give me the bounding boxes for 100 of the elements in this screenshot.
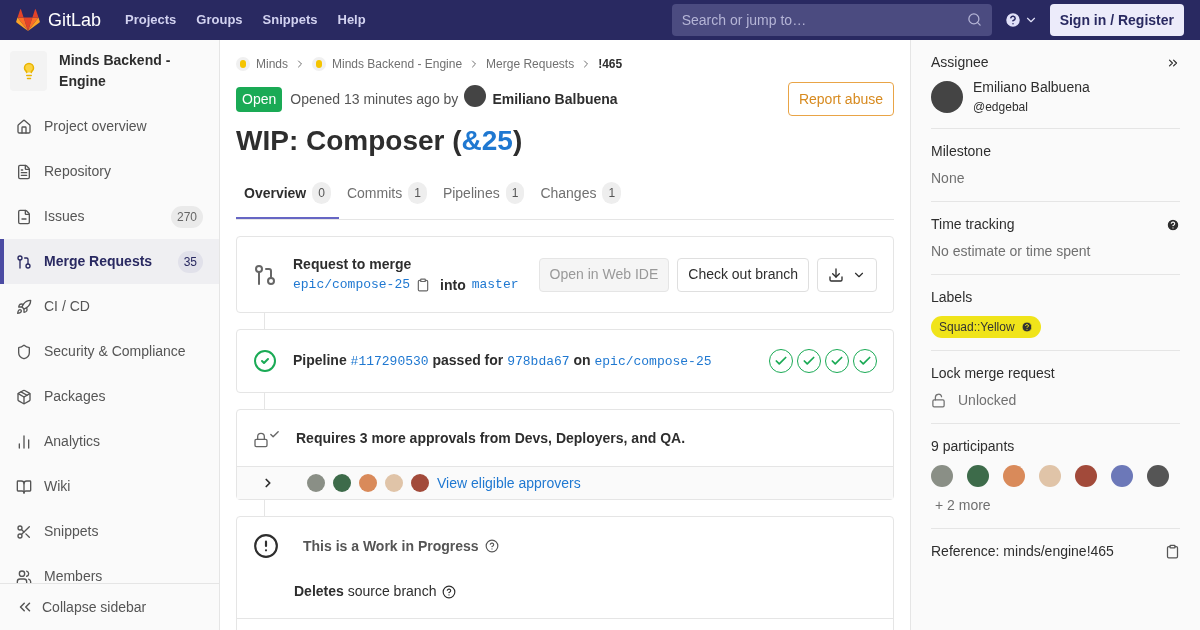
section-value: None [931,169,966,188]
avatar [307,474,325,492]
issue-icon [16,208,32,225]
avatar [1039,465,1061,487]
bulb-avatar-icon [312,57,326,71]
target-branch-link[interactable]: master [471,275,519,295]
pipeline-link[interactable]: #117290530 [350,354,429,370]
sidebar-item[interactable]: Wiki [0,464,219,509]
help-icon [1020,321,1033,333]
sidebar-item[interactable]: Project overview [0,104,219,149]
sign-in-button[interactable]: Sign in / Register [1049,4,1184,36]
book-icon [16,478,32,495]
breadcrumb-link[interactable]: Minds [256,55,288,73]
section-title: Assignee [931,53,989,72]
merge-request-icon [16,253,32,270]
avatar [931,465,953,487]
status-badge: Open [236,86,283,112]
bar-chart-icon [16,433,32,450]
branch-link[interactable]: epic/compose-25 [594,354,712,370]
commit-link[interactable]: 978bda67 [507,354,570,370]
avatar [333,474,351,492]
package-icon [16,388,32,405]
section-value: No estimate or time spent [931,242,1092,261]
users-icon [16,568,32,583]
scissors-icon [16,523,32,540]
logo-text[interactable]: GitLab [48,6,102,34]
fox-logo-icon [16,9,40,31]
view-approvers-link[interactable]: View eligible approvers [437,472,581,494]
avatar [1147,465,1169,487]
download-icon [828,266,844,283]
sidebar-item[interactable]: Issues 270 [0,194,219,239]
merge-request-title: WIP: Composer (&25) [236,124,524,158]
avatar [967,465,989,487]
bulb-avatar-icon [236,57,250,71]
opened-text: Opened 13 minutes ago by [290,89,459,109]
avatar [385,474,403,492]
sidebar-item[interactable]: CI / CD [0,284,219,329]
merge-heading: Request to merge [293,254,413,274]
delete-branch-text: Deletes source branch [294,582,437,601]
wip-text: This is a Work in Progress [303,536,479,556]
nav-link[interactable]: Projects [125,10,177,30]
section-title: 9 participants [931,437,1015,456]
source-branch-link[interactable]: epic/compose-25 [293,275,411,295]
breadcrumb-link[interactable]: Minds Backend - Engine [332,55,463,73]
sidebar-item[interactable]: Repository [0,149,219,194]
help-icon[interactable] [442,584,457,599]
download-dropdown-button[interactable] [817,257,877,292]
checkout-button[interactable]: Check out branch [677,257,809,292]
success-icon [253,349,277,373]
unlocked-icon [931,393,946,408]
avatar [359,474,377,492]
search-field[interactable]: Search or jump to… [671,4,992,36]
sidebar-item[interactable]: Analytics [0,419,219,464]
avatar [1111,465,1133,487]
avatar [411,474,429,492]
help-icon [1003,11,1022,29]
sidebar-item[interactable]: Packages [0,374,219,419]
count-badge: 270 [170,205,203,228]
nav-link[interactable]: Snippets [262,10,318,30]
assignee-handle: @edgebal [973,99,1029,116]
section-title: Labels [931,288,973,307]
pipeline-status-text: Pipeline #117290530 passed for 978bda67 on epic/compose-25 [293,351,712,372]
nav-link[interactable]: Groups [196,10,243,30]
count-badge: 35 [177,250,203,273]
sidebar-item[interactable]: Snippets [0,509,219,554]
tab[interactable]: Overview 0 [236,169,339,219]
sidebar-item[interactable]: Members [0,554,219,583]
copy-icon[interactable] [416,278,431,292]
author-link[interactable]: Emiliano Balbuena [492,88,618,110]
breadcrumb-link[interactable]: Merge Requests [486,55,575,73]
help-menu-button[interactable] [1003,11,1038,29]
document-icon [16,163,32,180]
avatar [931,80,963,113]
label-pill[interactable]: Squad::Yellow [931,316,1041,338]
avatar [464,84,487,107]
sidebar-item[interactable]: Security & Compliance [0,329,219,374]
tab[interactable]: Pipelines 1 [434,169,533,219]
lock-check-icon [253,428,280,448]
sidebar-item[interactable]: Merge Requests 35 [0,239,219,284]
tab[interactable]: Commits 1 [338,169,435,219]
nav-link[interactable]: Help [337,10,366,30]
breadcrumb-link[interactable]: !465 [598,55,623,73]
more-participants-link[interactable]: + 2 more [935,495,1180,516]
assignee-name[interactable]: Emiliano Balbuena [973,77,1090,98]
epic-link[interactable]: &25 [461,125,513,156]
copy-icon[interactable] [1165,544,1180,559]
rocket-icon [16,298,32,315]
tab[interactable]: Changes 1 [532,169,630,219]
help-icon[interactable] [484,539,499,553]
search-icon [966,12,982,27]
home-icon [16,118,32,135]
avatar [1075,465,1097,487]
shield-icon [16,343,32,360]
project-name[interactable]: Minds Backend - Engine [59,50,209,92]
section-title: Reference: minds/engine!465 [931,542,1114,561]
approvals-text: Requires 3 more approvals from Devs, Deployers, and QA. [296,428,686,448]
warning-icon [253,533,279,559]
merge-request-icon [253,262,277,287]
avatar [1003,465,1025,487]
section-title: Milestone [931,142,991,161]
